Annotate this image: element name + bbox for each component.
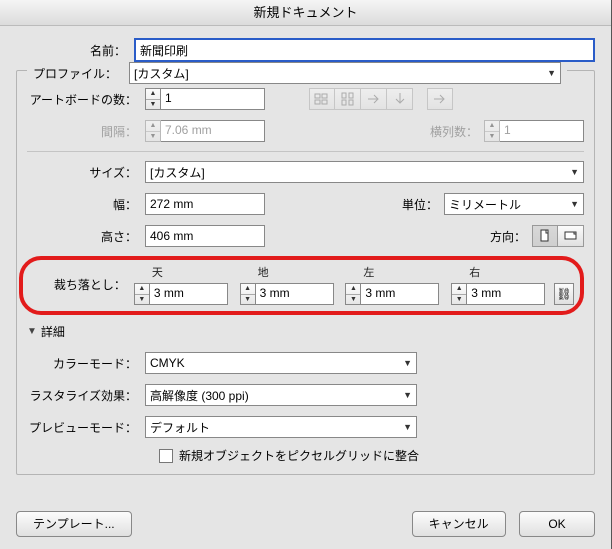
name-label: 名前： — [16, 42, 134, 59]
preview-select[interactable]: デフォルト ▼ — [145, 416, 417, 438]
cancel-button[interactable]: キャンセル — [412, 511, 506, 537]
dialog-title: 新規ドキュメント — [0, 0, 611, 26]
units-select[interactable]: ミリメートル ▼ — [444, 193, 584, 215]
profile-label: プロファイル： — [33, 65, 125, 82]
bleed-right-label: 右 — [451, 264, 548, 280]
bleed-link-button[interactable]: ⛓ — [554, 283, 574, 305]
artboard-count-label: アートボードの数： — [27, 91, 145, 108]
bleed-highlight: 裁ち落とし： 天 ▲▼ 3 mm 地 ▲▼ 3 mm — [19, 256, 584, 315]
preview-label: プレビューモード： — [27, 419, 145, 436]
arrange-down-icon — [387, 88, 413, 110]
cols-field: ▲▼ 1 — [484, 120, 584, 142]
pixelgrid-label: 新規オブジェクトをピクセルグリッドに整合 — [179, 447, 419, 464]
name-input[interactable] — [134, 38, 595, 62]
bleed-bottom-label: 地 — [240, 264, 337, 280]
chevron-down-icon: ▼ — [403, 422, 412, 432]
new-document-dialog: 新規ドキュメント 名前： プロファイル： [カスタム] ▼ アートボードの数： … — [0, 0, 612, 549]
size-label: サイズ： — [27, 164, 145, 181]
raster-label: ラスタライズ効果： — [27, 387, 145, 404]
setup-group: プロファイル： [カスタム] ▼ アートボードの数： ▲▼ 1 — [16, 70, 595, 475]
bleed-label: 裁ち落とし： — [29, 276, 134, 293]
grid-col-icon — [335, 88, 361, 110]
disclosure-triangle-icon[interactable]: ▼ — [27, 326, 37, 337]
height-label: 高さ： — [27, 228, 145, 245]
arrange-right2-icon — [427, 88, 453, 110]
raster-select[interactable]: 高解像度 (300 ppi) ▼ — [145, 384, 417, 406]
colormode-select[interactable]: CMYK ▼ — [145, 352, 417, 374]
bleed-top-field[interactable]: ▲▼ 3 mm — [134, 283, 231, 305]
bleed-top-label: 天 — [134, 264, 231, 280]
orientation-portrait-button[interactable] — [532, 225, 558, 247]
chevron-down-icon: ▼ — [403, 390, 412, 400]
spacing-label: 間隔： — [27, 123, 145, 140]
bleed-bottom-field[interactable]: ▲▼ 3 mm — [240, 283, 337, 305]
height-input[interactable] — [145, 225, 265, 247]
grid-row-icon — [309, 88, 335, 110]
artboard-count-field[interactable]: ▲▼ 1 — [145, 88, 265, 110]
ok-button[interactable]: OK — [519, 511, 595, 537]
units-label: 単位： — [402, 196, 444, 213]
profile-select[interactable]: [カスタム] ▼ — [129, 62, 561, 84]
arrange-right-icon — [361, 88, 387, 110]
bleed-right-field[interactable]: ▲▼ 3 mm — [451, 283, 548, 305]
width-input[interactable] — [145, 193, 265, 215]
size-select[interactable]: [カスタム] ▼ — [145, 161, 584, 183]
chevron-down-icon: ▼ — [570, 167, 579, 177]
width-label: 幅： — [27, 196, 145, 213]
spacing-field: ▲▼ 7.06 mm — [145, 120, 265, 142]
chevron-down-icon: ▼ — [403, 358, 412, 368]
template-button[interactable]: テンプレート... — [16, 511, 132, 537]
bleed-left-label: 左 — [345, 264, 442, 280]
chevron-down-icon: ▼ — [547, 68, 556, 78]
bleed-left-field[interactable]: ▲▼ 3 mm — [345, 283, 442, 305]
orientation-landscape-button[interactable] — [558, 225, 584, 247]
advanced-title: 詳細 — [41, 323, 65, 340]
colormode-label: カラーモード： — [27, 355, 145, 372]
link-icon: ⛓ — [556, 287, 571, 301]
cols-label: 横列数： — [430, 123, 484, 140]
orientation-label: 方向： — [490, 228, 532, 245]
chevron-down-icon: ▼ — [570, 199, 579, 209]
pixelgrid-checkbox[interactable] — [159, 449, 173, 463]
